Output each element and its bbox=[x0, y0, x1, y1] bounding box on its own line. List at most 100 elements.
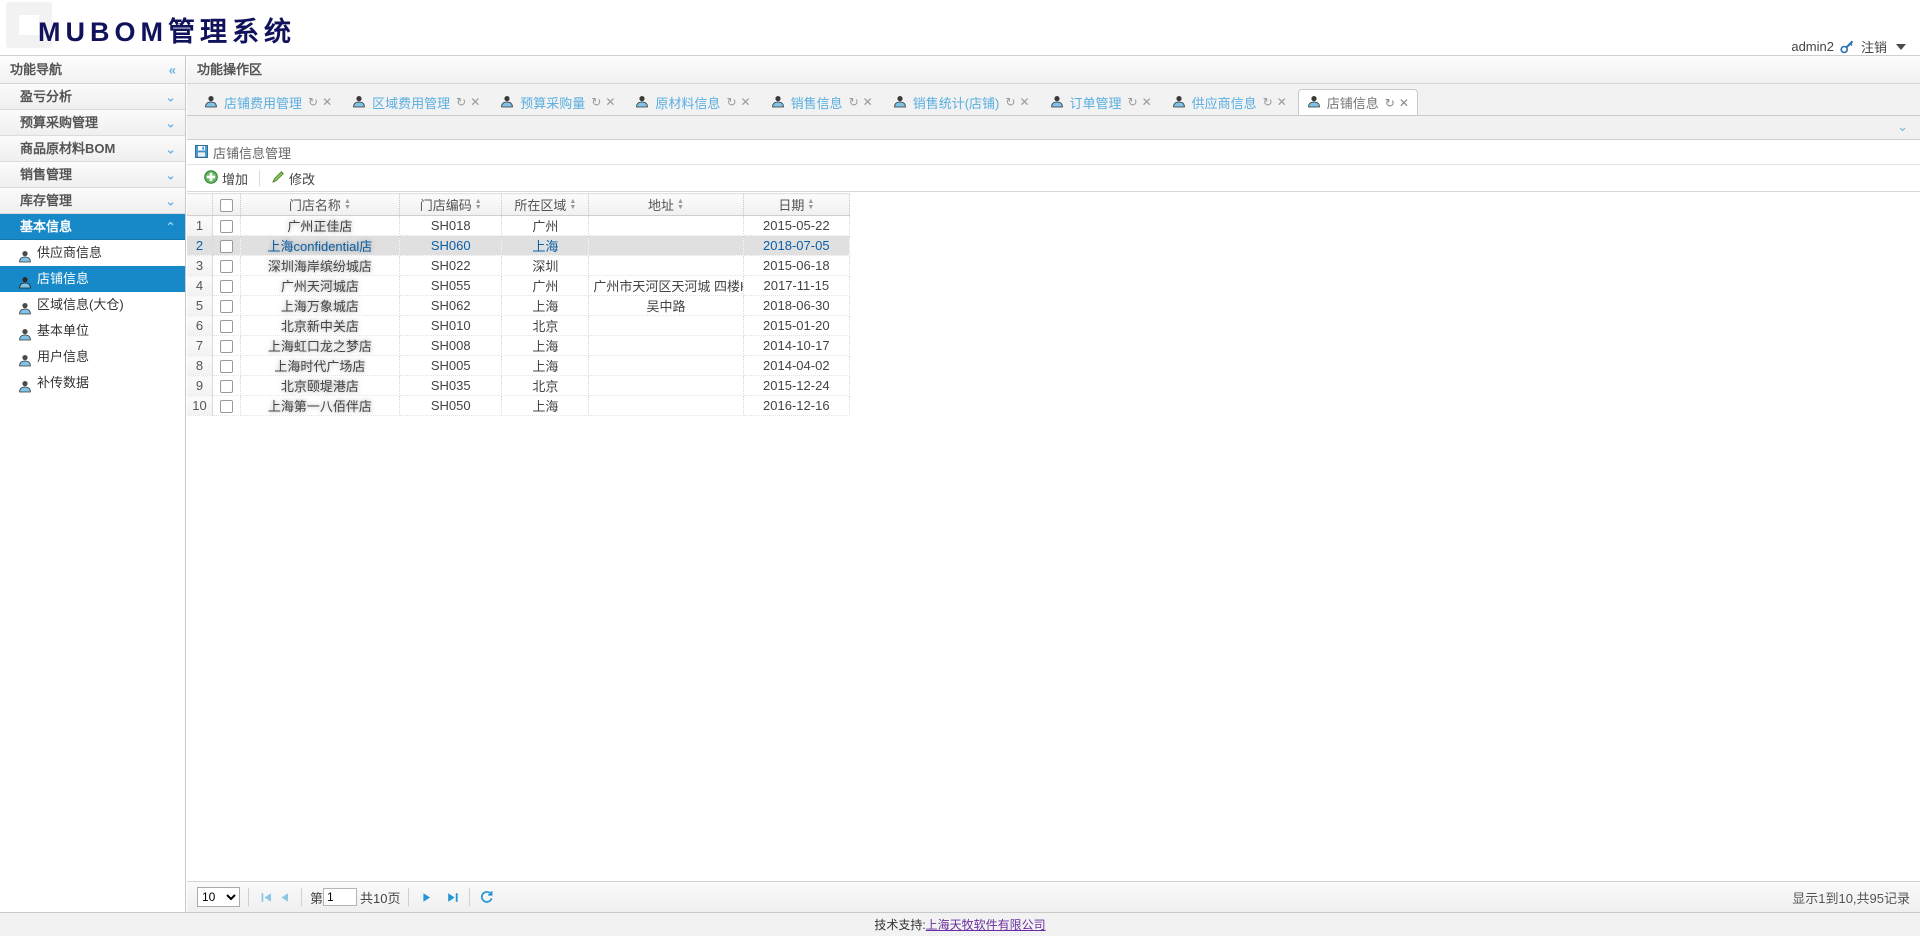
sidebar-item-area-info[interactable]: 区域信息(大仓) bbox=[0, 292, 185, 318]
row-checkbox-cell[interactable] bbox=[213, 376, 241, 396]
tab-refresh-icon[interactable]: ↻ bbox=[1263, 96, 1273, 108]
tab-close-icon[interactable]: ✕ bbox=[470, 96, 480, 108]
row-checkbox-cell[interactable] bbox=[213, 256, 241, 276]
tab-refresh-icon[interactable]: ↻ bbox=[1128, 96, 1138, 108]
col-header-select-all[interactable] bbox=[213, 194, 241, 216]
prev-page-icon[interactable] bbox=[275, 888, 293, 906]
tab-close-icon[interactable]: ✕ bbox=[1277, 96, 1287, 108]
tab-5[interactable]: 销售信息↻✕ bbox=[762, 88, 882, 115]
cell-addr bbox=[589, 356, 743, 376]
sort-arrows-icon[interactable]: ▲▼ bbox=[475, 199, 482, 211]
select-all-checkbox[interactable] bbox=[220, 199, 233, 212]
row-checkbox-cell[interactable] bbox=[213, 356, 241, 376]
tab-3[interactable]: 预算采购量↻✕ bbox=[491, 88, 624, 115]
sidebar-item-supplier-info[interactable]: 供应商信息 bbox=[0, 240, 185, 266]
row-checkbox-cell[interactable] bbox=[213, 216, 241, 236]
tab-9[interactable]: 店铺信息↻✕ bbox=[1298, 89, 1418, 116]
tab-close-icon[interactable]: ✕ bbox=[863, 96, 873, 108]
tab-4[interactable]: 原材料信息↻✕ bbox=[626, 88, 759, 115]
sidebar-group-yingkui[interactable]: 盈亏分析 ⌄ bbox=[0, 84, 185, 110]
tab-close-icon[interactable]: ✕ bbox=[1019, 96, 1029, 108]
table-row[interactable]: 3深圳海岸缤纷城店SH022深圳2015-06-18 bbox=[187, 256, 850, 276]
chevron-double-down-icon[interactable]: ⌄ bbox=[1897, 120, 1908, 133]
row-checkbox-cell[interactable] bbox=[213, 236, 241, 256]
row-checkbox[interactable] bbox=[220, 340, 233, 353]
row-checkbox-cell[interactable] bbox=[213, 296, 241, 316]
row-checkbox[interactable] bbox=[220, 280, 233, 293]
row-checkbox[interactable] bbox=[220, 400, 233, 413]
page-number-input[interactable] bbox=[323, 888, 357, 906]
tab-close-icon[interactable]: ✕ bbox=[605, 96, 615, 108]
sidebar-group-jibenxinxi[interactable]: 基本信息 ⌃ bbox=[0, 214, 185, 240]
row-checkbox-cell[interactable] bbox=[213, 396, 241, 416]
tab-7[interactable]: 订单管理↻✕ bbox=[1041, 88, 1161, 115]
sort-arrows-icon[interactable]: ▲▼ bbox=[344, 199, 351, 211]
table-row[interactable]: 8上海时代广场店SH005上海2014-04-02 bbox=[187, 356, 850, 376]
row-checkbox-cell[interactable] bbox=[213, 276, 241, 296]
sort-arrows-icon[interactable]: ▲▼ bbox=[807, 199, 814, 211]
row-checkbox[interactable] bbox=[220, 320, 233, 333]
refresh-icon[interactable] bbox=[478, 888, 496, 906]
row-checkbox[interactable] bbox=[220, 360, 233, 373]
table-row[interactable]: 6北京新中关店SH010北京2015-01-20 bbox=[187, 316, 850, 336]
last-page-icon[interactable] bbox=[443, 888, 461, 906]
col-header-code[interactable]: 门店编码▲▼ bbox=[400, 194, 502, 216]
tab-refresh-icon[interactable]: ↻ bbox=[1005, 96, 1015, 108]
sidebar-group-yusuan[interactable]: 预算采购管理 ⌄ bbox=[0, 110, 185, 136]
col-header-area[interactable]: 所在区域▲▼ bbox=[502, 194, 589, 216]
table-row[interactable]: 7上海虹口龙之梦店SH008上海2014-10-17 bbox=[187, 336, 850, 356]
next-page-icon[interactable] bbox=[417, 888, 435, 906]
table-row[interactable]: 5上海万象城店SH062上海吴中路2018-06-30 bbox=[187, 296, 850, 316]
logout-button[interactable]: 注销 bbox=[1861, 37, 1887, 56]
row-checkbox[interactable] bbox=[220, 240, 233, 253]
row-checkbox[interactable] bbox=[220, 300, 233, 313]
table-row[interactable]: 4广州天河城店SH055广州广州市天河区天河城 四楼K·2017-11-15 bbox=[187, 276, 850, 296]
sidebar-group-label: 销售管理 bbox=[20, 167, 72, 182]
user-icon bbox=[1172, 94, 1186, 111]
tab-refresh-icon[interactable]: ↻ bbox=[726, 96, 736, 108]
datagrid-scroll-region[interactable]: 门店名称▲▼门店编码▲▼所在区域▲▼地址▲▼日期▲▼ 1广州正佳店SH018广州… bbox=[187, 193, 1920, 872]
table-row[interactable]: 9北京颐堤港店SH035北京2015-12-24 bbox=[187, 376, 850, 396]
sidebar-item-supplement-data[interactable]: 补传数据 bbox=[0, 370, 185, 396]
sort-arrows-icon[interactable]: ▲▼ bbox=[569, 199, 576, 211]
tab-close-icon[interactable]: ✕ bbox=[322, 96, 332, 108]
row-checkbox[interactable] bbox=[220, 380, 233, 393]
tab-refresh-icon[interactable]: ↻ bbox=[456, 96, 466, 108]
tab-close-icon[interactable]: ✕ bbox=[1142, 96, 1152, 108]
row-checkbox[interactable] bbox=[220, 260, 233, 273]
row-checkbox-cell[interactable] bbox=[213, 316, 241, 336]
tab-refresh-icon[interactable]: ↻ bbox=[849, 96, 859, 108]
col-header-name[interactable]: 门店名称▲▼ bbox=[240, 194, 400, 216]
sidebar-group-xiaoshou[interactable]: 销售管理 ⌄ bbox=[0, 162, 185, 188]
tab-6[interactable]: 销售统计(店铺)↻✕ bbox=[884, 88, 1039, 115]
sidebar-item-user-info[interactable]: 用户信息 bbox=[0, 344, 185, 370]
table-row[interactable]: 1广州正佳店SH018广州2015-05-22 bbox=[187, 216, 850, 236]
edit-button[interactable]: 修改 bbox=[262, 167, 324, 189]
chevron-double-left-icon[interactable]: « bbox=[169, 63, 176, 76]
sidebar-item-base-unit[interactable]: 基本单位 bbox=[0, 318, 185, 344]
tab-2[interactable]: 区域费用管理↻✕ bbox=[343, 88, 489, 115]
tab-close-icon[interactable]: ✕ bbox=[1399, 97, 1409, 109]
row-checkbox[interactable] bbox=[220, 220, 233, 233]
col-header-date[interactable]: 日期▲▼ bbox=[743, 194, 849, 216]
tab-close-icon[interactable]: ✕ bbox=[741, 96, 751, 108]
table-row[interactable]: 10上海第一八佰伴店SH050上海2016-12-16 bbox=[187, 396, 850, 416]
sidebar-group-kucun[interactable]: 库存管理 ⌄ bbox=[0, 188, 185, 214]
page-size-select[interactable]: 10203050100 bbox=[197, 887, 240, 907]
col-header-addr[interactable]: 地址▲▼ bbox=[589, 194, 743, 216]
tab-refresh-icon[interactable]: ↻ bbox=[308, 96, 318, 108]
sort-arrows-icon[interactable]: ▲▼ bbox=[677, 199, 684, 211]
footer-company-link[interactable]: 上海天牧软件有限公司 bbox=[926, 916, 1046, 933]
sidebar-item-store-info[interactable]: 店铺信息 bbox=[0, 266, 185, 292]
row-checkbox-cell[interactable] bbox=[213, 336, 241, 356]
table-row[interactable]: 2上海confidential店SH060上海2018-07-05 bbox=[187, 236, 850, 256]
tab-refresh-icon[interactable]: ↻ bbox=[591, 96, 601, 108]
sidebar-item-label: 供应商信息 bbox=[37, 240, 102, 266]
tab-1[interactable]: 店铺费用管理↻✕ bbox=[195, 88, 341, 115]
caret-down-icon[interactable] bbox=[1896, 44, 1906, 50]
tab-refresh-icon[interactable]: ↻ bbox=[1385, 97, 1395, 109]
first-page-icon[interactable] bbox=[257, 888, 275, 906]
add-button[interactable]: 增加 bbox=[195, 167, 257, 189]
tab-8[interactable]: 供应商信息↻✕ bbox=[1163, 88, 1296, 115]
sidebar-group-bom[interactable]: 商品原材料BOM ⌄ bbox=[0, 136, 185, 162]
